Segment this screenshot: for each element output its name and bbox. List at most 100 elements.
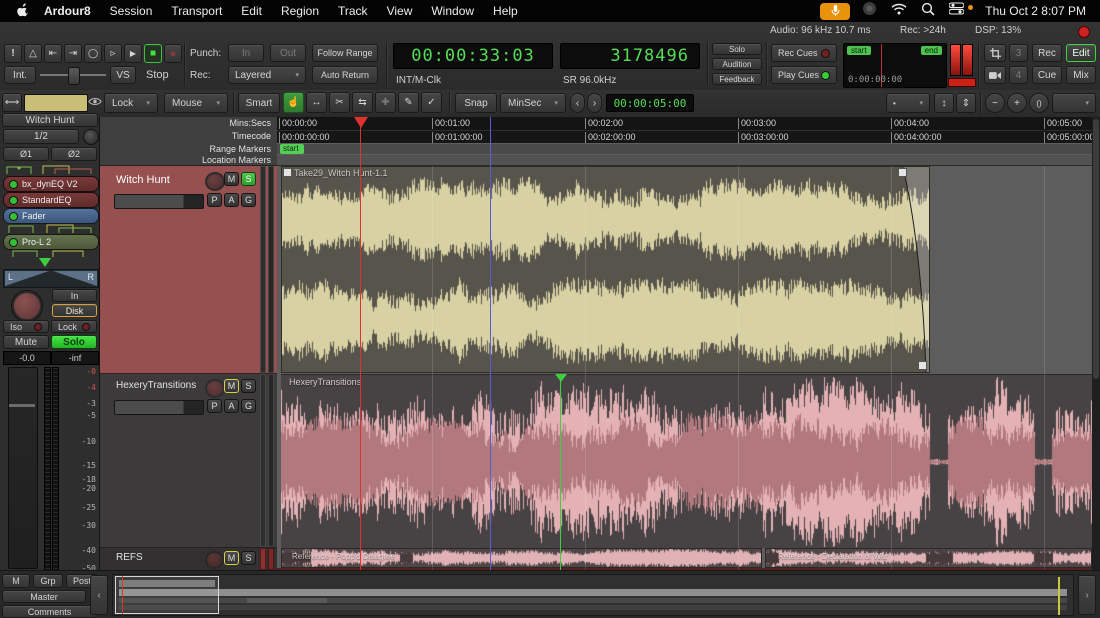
start-range-marker[interactable]: start bbox=[280, 144, 304, 154]
track-playlist-button[interactable]: P bbox=[207, 399, 222, 413]
pan-control[interactable]: L R bbox=[3, 269, 99, 288]
playhead-line[interactable] bbox=[360, 117, 361, 570]
ruler-minsec[interactable]: 00:00:00 00:01:00 00:02:00 00:03:00 00:0… bbox=[277, 117, 1092, 130]
solo-lock-button[interactable]: Lock bbox=[51, 320, 97, 333]
stop-button[interactable]: ■ bbox=[144, 44, 162, 63]
ruler-label-location-markers[interactable]: Location Markers bbox=[100, 155, 277, 165]
track-scroll-strip[interactable] bbox=[260, 548, 266, 570]
tool-grab-button[interactable]: ☝ bbox=[283, 92, 304, 113]
track-name-label[interactable]: HexeryTransitions bbox=[116, 380, 196, 391]
fader-handle[interactable] bbox=[9, 404, 35, 407]
menu-view[interactable]: View bbox=[387, 4, 413, 18]
tool-cut-button[interactable]: ✂ bbox=[329, 92, 350, 113]
track-solo-button[interactable]: S bbox=[241, 551, 256, 565]
shrink-tracks-button[interactable]: ⇕ bbox=[956, 93, 976, 113]
track-header-witch-hunt[interactable]: Witch Hunt M S P A G bbox=[100, 166, 277, 374]
marker-visibility-dropdown[interactable]: • bbox=[886, 93, 930, 113]
region-refs-1[interactable]: Reference - Popp'd Disagree bbox=[281, 548, 762, 568]
solo-button[interactable]: Solo bbox=[51, 335, 97, 349]
goto-end-button[interactable]: ⇥ bbox=[64, 44, 82, 63]
zoom-fit-button[interactable]: () bbox=[1029, 93, 1049, 113]
rec-mode-dropdown[interactable]: Layered bbox=[228, 66, 306, 84]
io-button[interactable]: 1/2 bbox=[3, 129, 79, 144]
ruler-label-range-markers[interactable]: Range Markers bbox=[100, 144, 277, 154]
timeline-area[interactable]: 00:00:00 00:01:00 00:02:00 00:03:00 00:0… bbox=[277, 117, 1092, 570]
scene-camera-button[interactable] bbox=[984, 66, 1006, 84]
ruler-location-markers[interactable] bbox=[277, 154, 1092, 166]
record-arm-button[interactable]: ● bbox=[164, 44, 182, 63]
primary-clock-mode[interactable]: INT/M-Clk bbox=[396, 75, 441, 86]
lock-mode-dropdown[interactable]: Lock bbox=[104, 93, 158, 113]
plugin-standardeq[interactable]: StandardEQ bbox=[3, 192, 99, 208]
tab-editor[interactable]: Edit bbox=[1066, 44, 1096, 62]
vertical-scrollbar[interactable] bbox=[1092, 117, 1100, 570]
track-gain-slider[interactable] bbox=[114, 194, 204, 209]
track-rec-arm-button[interactable] bbox=[205, 172, 225, 191]
menu-edit[interactable]: Edit bbox=[241, 4, 262, 18]
summary-scroll-left-button[interactable]: ‹ bbox=[90, 575, 108, 615]
menu-transport[interactable]: Transport bbox=[171, 4, 222, 18]
track-color-swatch[interactable] bbox=[24, 94, 88, 112]
mini-start-marker[interactable]: start bbox=[847, 46, 871, 55]
track-playlist-button[interactable]: P bbox=[207, 193, 222, 207]
pan-position-pointer[interactable] bbox=[39, 258, 51, 267]
menu-window[interactable]: Window bbox=[431, 4, 474, 18]
plugin-fader[interactable]: Fader bbox=[3, 208, 99, 224]
shuttle-control[interactable] bbox=[40, 66, 106, 84]
gain-display[interactable]: -0.0 bbox=[3, 351, 51, 365]
wifi-icon[interactable] bbox=[891, 2, 907, 20]
tab-recorder[interactable]: Rec bbox=[1032, 44, 1062, 62]
tool-stretch-button[interactable]: ⇆ bbox=[352, 92, 373, 113]
tool-draw-button[interactable]: ✎ bbox=[398, 92, 419, 113]
grid-unit-dropdown[interactable]: MinSec bbox=[500, 93, 566, 113]
track-scroll-strip[interactable] bbox=[260, 374, 266, 547]
expand-tracks-button[interactable]: ↕ bbox=[934, 93, 954, 113]
menu-track[interactable]: Track bbox=[338, 4, 368, 18]
menu-session[interactable]: Session bbox=[110, 4, 153, 18]
track-group-button[interactable]: G bbox=[241, 399, 256, 413]
crop-marker-button[interactable] bbox=[984, 44, 1006, 62]
ruler-label-timecode[interactable]: Timecode bbox=[100, 131, 277, 141]
monitor-input-button[interactable]: In bbox=[52, 289, 97, 302]
mouse-mode-dropdown[interactable]: Mouse bbox=[164, 93, 228, 113]
plugin-active-led[interactable] bbox=[9, 196, 18, 205]
audition-button[interactable]: Audition bbox=[712, 58, 762, 70]
fade-out-handle[interactable] bbox=[898, 168, 907, 177]
zoom-out-button[interactable]: − bbox=[985, 93, 1005, 113]
nudge-forward-button[interactable]: › bbox=[587, 93, 602, 113]
eye-icon[interactable] bbox=[88, 95, 102, 113]
plugin-active-led[interactable] bbox=[9, 212, 18, 221]
session-summary[interactable] bbox=[112, 574, 1074, 616]
play-button[interactable]: ▶ bbox=[124, 44, 142, 63]
shuttle-handle[interactable] bbox=[68, 67, 80, 85]
summary-view-rectangle[interactable] bbox=[115, 576, 219, 614]
punch-in-button[interactable]: In bbox=[228, 44, 264, 62]
play-selection-button[interactable]: ▹ bbox=[104, 44, 122, 63]
track-mute-button[interactable]: M bbox=[224, 551, 239, 565]
track-mute-button[interactable]: M bbox=[224, 379, 239, 393]
primary-clock[interactable]: 00:00:33:03 bbox=[393, 43, 553, 69]
ruler-timecode[interactable]: 00:00:00:00 00:01:00:00 00:02:00:00 00:0… bbox=[277, 130, 1092, 143]
menu-help[interactable]: Help bbox=[493, 4, 518, 18]
midi-panic-button[interactable]: ! bbox=[4, 44, 22, 63]
summary-scroll-right-button[interactable]: › bbox=[1078, 575, 1096, 615]
punch-out-button[interactable]: Out bbox=[270, 44, 306, 62]
track-scroll-strip[interactable] bbox=[260, 166, 266, 373]
ruler-range-markers[interactable]: start bbox=[277, 143, 1092, 154]
loop-button[interactable]: ◯ bbox=[84, 44, 102, 63]
track-rec-arm-button[interactable] bbox=[205, 379, 225, 398]
track-mute-button[interactable]: M bbox=[224, 172, 239, 186]
phase-invert-2-button[interactable]: Ø2 bbox=[51, 147, 97, 161]
region-start-handle[interactable] bbox=[283, 168, 292, 177]
track-automation-button[interactable]: A bbox=[224, 399, 239, 413]
nudge-back-button[interactable]: ‹ bbox=[570, 93, 585, 113]
feedback-button[interactable]: Feedback bbox=[712, 73, 762, 85]
region-hexery-transitions[interactable]: HexeryTransitions bbox=[281, 374, 1092, 548]
sample-rate-label[interactable]: SR 96.0kHz bbox=[563, 75, 616, 86]
track-name-label[interactable]: REFS bbox=[116, 552, 143, 563]
apple-menu[interactable] bbox=[16, 2, 30, 20]
varispeed-button[interactable]: VS bbox=[110, 66, 136, 84]
smart-mode-button[interactable]: Smart bbox=[238, 93, 280, 113]
menu-app-name[interactable]: Ardour8 bbox=[44, 4, 91, 18]
track-resize-strip[interactable] bbox=[268, 166, 274, 373]
